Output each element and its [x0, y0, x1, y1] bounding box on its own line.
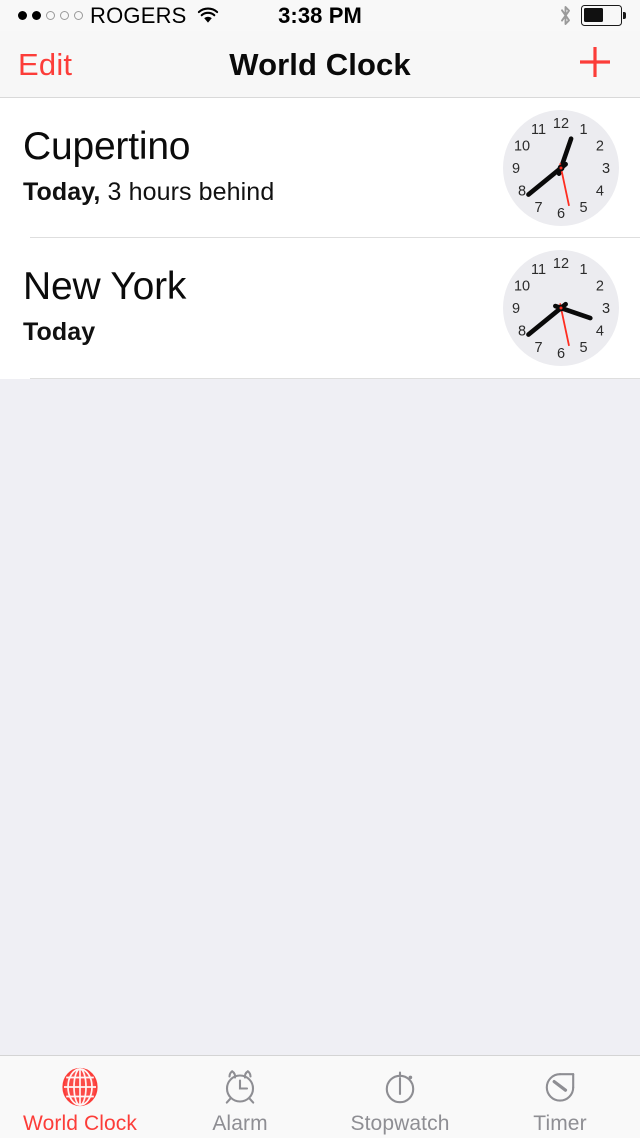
alarm-clock-icon: [217, 1064, 263, 1110]
svg-text:4: 4: [596, 324, 604, 340]
svg-text:2: 2: [596, 279, 604, 295]
day-label: Today: [23, 318, 96, 347]
timer-icon: [537, 1064, 583, 1110]
battery-icon: [581, 5, 626, 26]
time-offset-label: 3 hours behind: [100, 178, 275, 207]
svg-text:5: 5: [579, 340, 587, 356]
status-bar-right: [559, 0, 626, 31]
plus-icon: [575, 42, 615, 87]
svg-text:5: 5: [579, 200, 587, 216]
svg-text:6: 6: [557, 206, 565, 222]
svg-text:9: 9: [512, 301, 520, 317]
day-label: Today,: [23, 178, 101, 207]
svg-text:3: 3: [602, 161, 610, 177]
tab-label: Timer: [533, 1112, 587, 1135]
svg-text:11: 11: [531, 122, 546, 138]
clock-row[interactable]: Cupertino Today, 3 hours behind 12 1 2 3 4 5 6 7 8…: [0, 98, 640, 238]
add-clock-button[interactable]: [569, 31, 621, 98]
tab-stopwatch[interactable]: Stopwatch: [320, 1056, 480, 1138]
page-title: World Clock: [229, 46, 411, 82]
svg-text:1: 1: [579, 122, 587, 138]
svg-text:2: 2: [596, 139, 604, 155]
svg-text:7: 7: [534, 200, 542, 216]
status-bar-clock: 3:38 PM: [278, 2, 362, 28]
tab-label: World Clock: [23, 1112, 137, 1135]
city-name: Cupertino: [23, 125, 191, 169]
svg-text:4: 4: [596, 184, 604, 200]
svg-text:3: 3: [602, 301, 610, 317]
clock-row-subtitle: Today, 3 hours behind: [23, 174, 274, 212]
world-clock-list: Cupertino Today, 3 hours behind 12 1 2 3 4 5 6 7 8…: [0, 98, 640, 379]
tab-label: Alarm: [212, 1112, 268, 1135]
analog-clock: 12 1 2 3 4 5 6 7 8 9 10 11: [500, 247, 622, 369]
clock-row-subtitle: Today: [23, 314, 186, 352]
svg-text:8: 8: [518, 324, 526, 340]
svg-text:12: 12: [553, 256, 569, 272]
list-bottom-separator: [30, 378, 640, 379]
tab-bar: World Clock Alarm Stopwatch Timer: [0, 1055, 640, 1138]
svg-text:10: 10: [514, 279, 530, 295]
svg-text:7: 7: [534, 340, 542, 356]
clock-face: 12 1 2 3 4 5 6 7 8 9 10 11: [500, 247, 622, 369]
tab-world-clock[interactable]: World Clock: [0, 1056, 160, 1138]
tab-alarm[interactable]: Alarm: [160, 1056, 320, 1138]
clock-row[interactable]: New York Today 12 1 2 3 4 5 6 7 8 9 10 11: [0, 238, 640, 378]
bluetooth-icon: [559, 5, 572, 26]
tab-timer[interactable]: Timer: [480, 1056, 640, 1138]
city-name: New York: [23, 265, 187, 309]
svg-text:12: 12: [553, 116, 569, 132]
world-clock-screen: ROGERS 3:38 PM Edit World Clock Cupertin…: [0, 0, 640, 1138]
svg-text:9: 9: [512, 161, 520, 177]
analog-clock: 12 1 2 3 4 5 6 7 8 9 10 11: [500, 107, 622, 229]
navigation-bar: Edit World Clock: [0, 31, 640, 98]
svg-text:10: 10: [514, 139, 530, 155]
svg-text:8: 8: [518, 184, 526, 200]
clock-row-text: New York Today: [23, 238, 186, 378]
tab-label: Stopwatch: [350, 1112, 450, 1135]
stopwatch-icon: [377, 1064, 423, 1110]
globe-icon: [57, 1064, 103, 1110]
status-bar: ROGERS 3:38 PM: [0, 0, 640, 31]
clock-row-text: Cupertino Today, 3 hours behind: [23, 98, 274, 238]
svg-text:1: 1: [579, 262, 587, 278]
svg-text:11: 11: [531, 262, 546, 278]
clock-face: 12 1 2 3 4 5 6 7 8 9 10 11: [500, 107, 622, 229]
svg-text:6: 6: [557, 346, 565, 362]
